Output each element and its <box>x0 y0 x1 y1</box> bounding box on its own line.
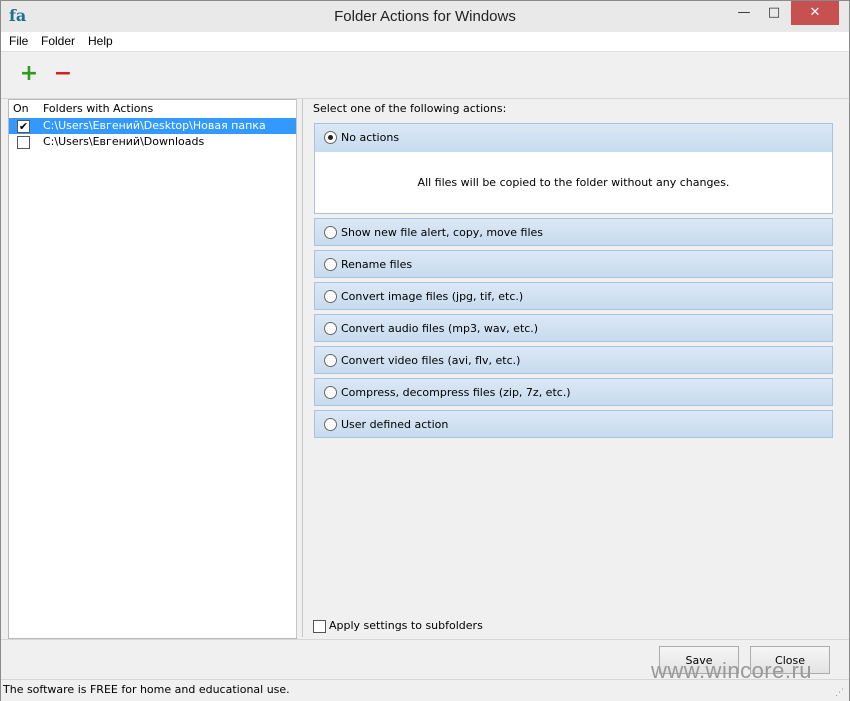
apply-subfolders-label[interactable]: Apply settings to subfolders <box>329 619 483 632</box>
action-label: Convert audio files (mp3, wav, etc.) <box>341 322 539 335</box>
action-rename-files[interactable]: Rename files <box>314 250 833 278</box>
action-no-actions[interactable]: No actions <box>314 123 833 153</box>
status-text: The software is FREE for home and educat… <box>3 683 290 696</box>
action-label: Convert image files (jpg, tif, etc.) <box>341 290 524 303</box>
menu-file[interactable]: File <box>9 34 28 48</box>
action-compress[interactable]: Compress, decompress files (zip, 7z, etc… <box>314 378 833 406</box>
actions-panel: Select one of the following actions: No … <box>303 99 843 637</box>
menu-help[interactable]: Help <box>88 34 113 48</box>
menu-bar: File Folder Help <box>1 32 849 52</box>
column-on[interactable]: On <box>13 102 29 115</box>
action-label: Convert video files (avi, flv, etc.) <box>341 354 521 367</box>
radio-icon[interactable] <box>324 290 337 303</box>
menu-folder[interactable]: Folder <box>41 34 75 48</box>
radio-icon[interactable] <box>324 354 337 367</box>
action-show-alert[interactable]: Show new file alert, copy, move files <box>314 218 833 246</box>
radio-icon[interactable] <box>324 418 337 431</box>
column-folders[interactable]: Folders with Actions <box>43 102 153 115</box>
add-folder-button[interactable]: + <box>17 62 41 86</box>
folder-path: C:\Users\Евгений\Desktop\Новая папка <box>43 119 266 132</box>
maximize-button[interactable]: □ <box>759 1 789 25</box>
action-label: Compress, decompress files (zip, 7z, etc… <box>341 386 571 399</box>
action-convert-image[interactable]: Convert image files (jpg, tif, etc.) <box>314 282 833 310</box>
apply-subfolders-checkbox[interactable] <box>313 620 326 633</box>
title-bar[interactable]: fa Folder Actions for Windows — □ ✕ <box>1 1 849 32</box>
action-convert-audio[interactable]: Convert audio files (mp3, wav, etc.) <box>314 314 833 342</box>
folders-list: On Folders with Actions ✔ C:\Users\Евген… <box>8 99 297 639</box>
action-convert-video[interactable]: Convert video files (avi, flv, etc.) <box>314 346 833 374</box>
actions-prompt: Select one of the following actions: <box>313 102 507 115</box>
folder-enabled-checkbox[interactable]: ✔ <box>17 120 30 133</box>
folder-path: C:\Users\Евгений\Downloads <box>43 135 205 148</box>
action-description: All files will be copied to the folder w… <box>314 152 833 214</box>
remove-folder-button[interactable]: − <box>51 62 75 86</box>
status-bar: The software is FREE for home and educat… <box>1 679 849 701</box>
folder-enabled-checkbox[interactable] <box>17 136 30 149</box>
resize-grip-icon[interactable]: ⋰ <box>835 688 845 698</box>
button-bar: Save Close www.wincore.ru <box>1 639 849 683</box>
radio-icon[interactable] <box>324 386 337 399</box>
folders-list-header: On Folders with Actions <box>9 100 296 117</box>
radio-icon[interactable] <box>324 131 337 144</box>
radio-icon[interactable] <box>324 322 337 335</box>
action-label: Rename files <box>341 258 413 271</box>
minimize-button[interactable]: — <box>729 1 759 25</box>
action-label: No actions <box>341 131 400 144</box>
radio-icon[interactable] <box>324 258 337 271</box>
close-window-button[interactable]: ✕ <box>791 1 839 25</box>
toolbar: + − <box>1 52 849 99</box>
action-user-defined[interactable]: User defined action <box>314 410 833 438</box>
folder-row[interactable]: ✔ C:\Users\Евгений\Desktop\Новая папка <box>9 118 296 134</box>
pane-splitter[interactable] <box>296 99 303 637</box>
action-label: User defined action <box>341 418 449 431</box>
main-window: fa Folder Actions for Windows — □ ✕ File… <box>0 0 850 701</box>
window-title: Folder Actions for Windows <box>334 8 516 25</box>
folder-row[interactable]: C:\Users\Евгений\Downloads <box>9 134 296 150</box>
action-label: Show new file alert, copy, move files <box>341 226 544 239</box>
radio-icon[interactable] <box>324 226 337 239</box>
